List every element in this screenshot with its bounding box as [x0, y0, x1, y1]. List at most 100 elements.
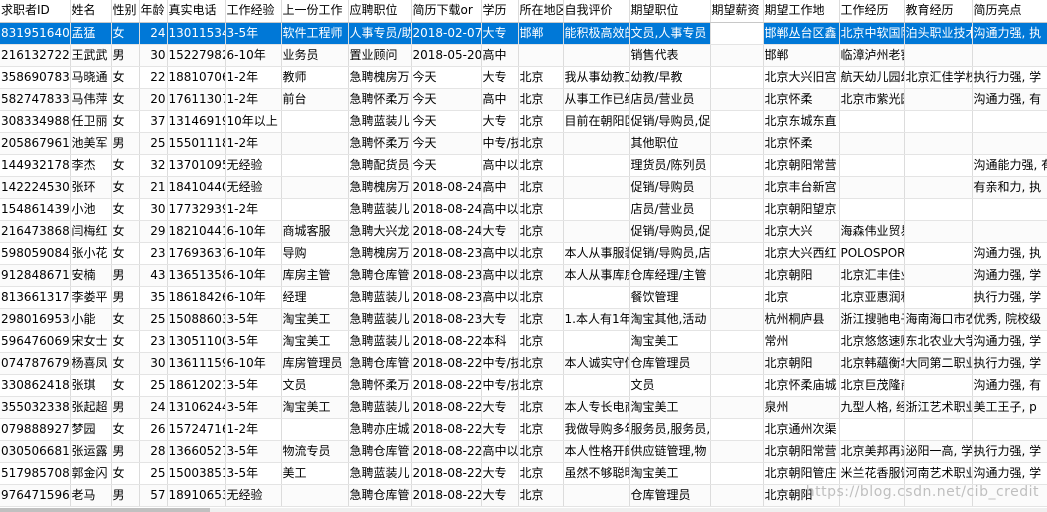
table-cell[interactable]: [710, 242, 764, 265]
table-cell[interactable]: 3550323386: [0, 396, 71, 419]
table-cell[interactable]: [904, 88, 973, 111]
table-cell[interactable]: 32: [139, 154, 168, 177]
table-row[interactable]: 3586907834 马晓通女 22 18810706 1-2年 教师 急聘槐房万 今天 大专北…: [0, 66, 1047, 89]
table-cell[interactable]: 邯郸: [763, 44, 840, 67]
table-cell[interactable]: 北京东城东直: [763, 110, 840, 133]
table-cell[interactable]: 大专: [481, 396, 519, 419]
table-cell[interactable]: 20: [139, 88, 168, 111]
table-cell[interactable]: [839, 418, 905, 441]
table-cell[interactable]: 淘宝美工: [281, 396, 349, 419]
table-cell[interactable]: 店员/营业员: [629, 198, 711, 221]
table-row[interactable]: 2058679610池美军男25155011181-2年急聘怀柔万今天中专/技北…: [0, 132, 1047, 155]
table-cell[interactable]: 25: [139, 374, 168, 397]
table-cell[interactable]: 北京: [518, 88, 564, 111]
table-row[interactable]: 5964760698 宋女士女 23 13051100 3-5年 淘宝美工 急聘蓝装儿 201…: [0, 330, 1047, 353]
table-row[interactable]: 0747876794 杨喜凤女 30 13611159 6-10年 库房管理员 急聘仓库管 2…: [0, 352, 1047, 375]
table-cell[interactable]: 目前在朝阳区: [563, 110, 630, 133]
scrollbar-thumb[interactable]: [0, 508, 210, 512]
table-cell[interactable]: 北京丰台新宫: [763, 176, 840, 199]
table-cell[interactable]: 2018-08-23: [411, 264, 482, 287]
table-cell[interactable]: 高中以: [481, 286, 519, 309]
column-header[interactable]: 期望薪资: [710, 0, 764, 23]
table-cell[interactable]: [563, 132, 630, 155]
table-cell[interactable]: 3-5年: [225, 440, 282, 463]
table-cell[interactable]: 李杰: [70, 154, 112, 177]
table-cell[interactable]: 18612021: [167, 374, 226, 397]
table-cell[interactable]: [904, 154, 973, 177]
table-cell[interactable]: 2161327222: [0, 44, 71, 67]
table-cell[interactable]: [904, 286, 973, 309]
table-cell[interactable]: 我从事幼教工: [563, 66, 630, 89]
table-row[interactable]: 5179857082 郭金闪女 25 15003851 3-5年 美工 急聘蓝装儿 2018-…: [0, 462, 1047, 485]
table-cell[interactable]: [710, 176, 764, 199]
table-cell[interactable]: 本人从事库房: [563, 264, 630, 287]
table-cell[interactable]: 沟通力强, 学: [972, 462, 1047, 485]
table-cell[interactable]: 沟通力强, 执: [972, 22, 1047, 45]
table-cell[interactable]: 男: [111, 132, 140, 155]
table-cell[interactable]: 大专: [481, 110, 519, 133]
table-cell[interactable]: [563, 176, 630, 199]
table-cell[interactable]: 2018-08-24: [411, 176, 482, 199]
table-cell[interactable]: 高中以: [481, 242, 519, 265]
table-cell[interactable]: 21: [139, 176, 168, 199]
table-cell[interactable]: [904, 110, 973, 133]
table-cell[interactable]: 邯郸: [518, 22, 564, 45]
table-cell[interactable]: [972, 44, 1047, 67]
table-cell[interactable]: 18210441: [167, 220, 226, 243]
table-cell[interactable]: [972, 484, 1047, 507]
table-cell[interactable]: 大专: [481, 308, 519, 331]
table-cell[interactable]: 从事工作已经: [563, 88, 630, 111]
table-cell[interactable]: 文员: [629, 374, 711, 397]
table-cell[interactable]: 北京怀柔庙城: [763, 374, 840, 397]
table-cell[interactable]: 急聘怀柔万: [348, 88, 412, 111]
table-cell[interactable]: 3-5年: [225, 22, 282, 45]
table-cell[interactable]: 杭州桐庐县: [763, 308, 840, 331]
table-cell[interactable]: [563, 198, 630, 221]
table-cell[interactable]: 35: [139, 286, 168, 309]
table-cell[interactable]: 张环: [70, 176, 112, 199]
table-cell[interactable]: 小池: [70, 198, 112, 221]
table-cell[interactable]: 25: [139, 308, 168, 331]
table-cell[interactable]: 女: [111, 220, 140, 243]
table-cell[interactable]: 女: [111, 88, 140, 111]
table-cell[interactable]: 1-2年: [225, 418, 282, 441]
table-cell[interactable]: [710, 462, 764, 485]
table-cell[interactable]: 1-2年: [225, 88, 282, 111]
table-cell[interactable]: 北京朝阳常营: [763, 440, 840, 463]
table-cell[interactable]: 女: [111, 176, 140, 199]
table-cell[interactable]: 北京亚惠润和: [839, 286, 905, 309]
table-cell[interactable]: 24: [139, 22, 168, 45]
column-header[interactable]: 简历下载or: [411, 0, 482, 23]
table-cell[interactable]: [563, 154, 630, 177]
table-cell[interactable]: 虽然不够聪明: [563, 462, 630, 485]
column-header[interactable]: 所在地区: [518, 0, 564, 23]
table-cell[interactable]: 仓库经理/主管: [629, 264, 711, 287]
column-header[interactable]: 自我评价: [563, 0, 630, 23]
table-cell[interactable]: 执行力强, 学: [972, 352, 1047, 375]
table-cell[interactable]: 北京朝阳: [763, 484, 840, 507]
table-cell[interactable]: [710, 418, 764, 441]
table-cell[interactable]: [281, 176, 349, 199]
table-cell[interactable]: 本人从事服装: [563, 242, 630, 265]
table-cell[interactable]: 中专/技: [481, 132, 519, 155]
table-cell[interactable]: [563, 220, 630, 243]
table-cell[interactable]: 执行力强, 学: [972, 440, 1047, 463]
table-cell[interactable]: [710, 88, 764, 111]
table-cell[interactable]: 2018-08-24: [411, 198, 482, 221]
table-cell[interactable]: 9128486714: [0, 264, 71, 287]
table-cell[interactable]: 3-5年: [225, 462, 282, 485]
table-cell[interactable]: [904, 374, 973, 397]
table-cell[interactable]: [518, 44, 564, 67]
table-cell[interactable]: 池美军: [70, 132, 112, 155]
table-cell[interactable]: 北京: [518, 154, 564, 177]
table-cell[interactable]: 女: [111, 154, 140, 177]
table-cell[interactable]: 优秀, 院校级: [972, 308, 1047, 331]
column-header[interactable]: 工作经验: [225, 0, 282, 23]
table-cell[interactable]: 13011534: [167, 22, 226, 45]
table-row[interactable]: 1548614394 小池女 30 17732939 1-2年 急聘蓝装儿 2018-08-…: [0, 198, 1047, 221]
table-cell[interactable]: 6-10年: [225, 286, 282, 309]
table-cell[interactable]: 30: [139, 352, 168, 375]
table-cell[interactable]: 2980169530: [0, 308, 71, 331]
table-cell[interactable]: 经理: [281, 286, 349, 309]
table-cell[interactable]: 北京: [518, 176, 564, 199]
